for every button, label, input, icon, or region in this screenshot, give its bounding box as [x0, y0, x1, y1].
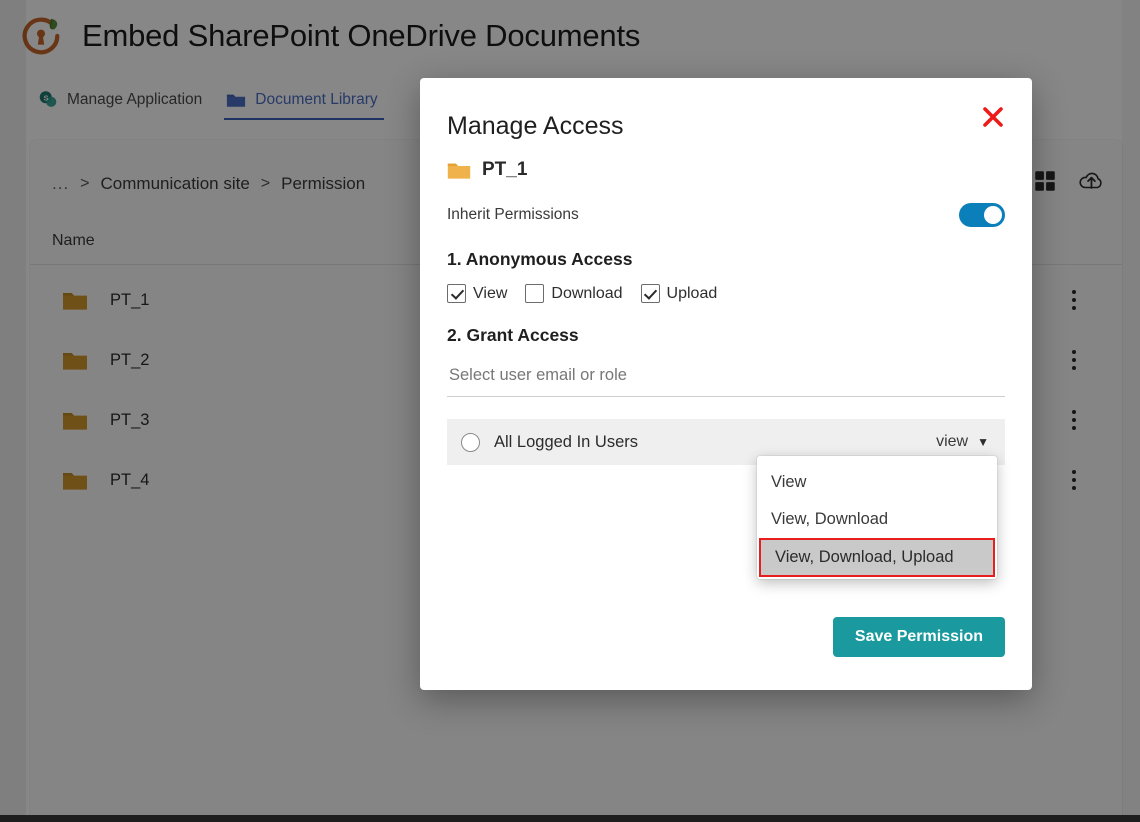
dialog-subject: PT_1 — [447, 159, 1005, 181]
toggle-knob — [984, 206, 1002, 224]
anonymous-access-options: View Download Upload — [447, 284, 1005, 303]
dropdown-option-view[interactable]: View — [757, 464, 997, 501]
close-x-icon — [983, 107, 1003, 127]
checkbox-box — [525, 284, 545, 303]
permission-dropdown-trigger[interactable]: view ▼ — [936, 433, 989, 451]
subject-name: PT_1 — [482, 159, 528, 180]
right-edge-strip — [1122, 0, 1140, 815]
anonymous-access-heading: 1. Anonymous Access — [447, 249, 633, 269]
folder-icon — [447, 163, 471, 179]
left-edge-strip — [0, 0, 26, 815]
grantee-radio[interactable] — [461, 432, 480, 452]
save-permission-button[interactable]: Save Permission — [832, 617, 1005, 657]
bottom-bar — [0, 815, 1140, 822]
checkbox-view[interactable]: View — [447, 284, 513, 303]
inherit-permissions-label: Inherit Permissions — [447, 206, 579, 223]
grantee-left: All Logged In Users — [461, 432, 638, 452]
permission-value: view — [936, 433, 969, 450]
dialog-title: Manage Access — [447, 112, 624, 140]
app-root: Embed SharePoint OneDrive Documents S Ma… — [0, 0, 1140, 822]
checkbox-upload[interactable]: Upload — [640, 284, 724, 303]
close-button[interactable] — [976, 100, 1010, 134]
inherit-permissions-toggle[interactable] — [959, 203, 1005, 227]
checkbox-download[interactable]: Download — [525, 284, 628, 303]
inherit-permissions-row: Inherit Permissions — [447, 203, 1005, 227]
manage-access-dialog: Manage Access PT_1 Inherit Permissions 1… — [420, 78, 1032, 690]
checkbox-label: View — [473, 284, 508, 302]
grant-access-heading: 2. Grant Access — [447, 325, 579, 345]
checkbox-box — [447, 284, 466, 303]
dropdown-option-view-download[interactable]: View, Download — [757, 501, 997, 538]
grantee-name: All Logged In Users — [494, 432, 638, 451]
grant-access-field — [447, 362, 1005, 397]
checkbox-box — [640, 284, 660, 303]
permission-dropdown-menu: View View, Download View, Download, Uplo… — [757, 456, 997, 579]
chevron-down-icon: ▼ — [977, 435, 989, 449]
search-input[interactable] — [449, 366, 1003, 385]
checkbox-label: Download — [551, 284, 623, 302]
dropdown-option-view-download-upload[interactable]: View, Download, Upload — [759, 538, 995, 577]
checkbox-label: Upload — [666, 284, 718, 302]
